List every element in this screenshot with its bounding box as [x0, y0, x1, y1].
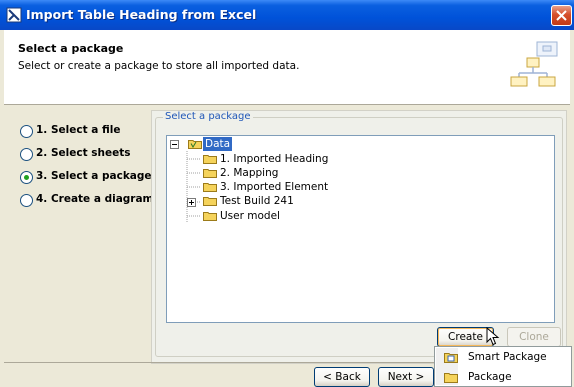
- next-button[interactable]: Next >: [378, 367, 434, 387]
- header-title: Select a package: [18, 42, 124, 55]
- folder-icon: [203, 169, 217, 178]
- smart-package-icon: [444, 353, 458, 363]
- folder-icon: [203, 212, 217, 221]
- app-icon: [6, 7, 22, 23]
- package-folder-icon: [444, 373, 458, 383]
- collapse-toggle-icon[interactable]: [170, 140, 179, 149]
- import-dialog: Import Table Heading from Excel Select a…: [0, 0, 574, 387]
- create-dropdown-menu: Smart Package Package: [434, 346, 572, 387]
- close-button[interactable]: [551, 5, 572, 26]
- group-label: Select a package: [163, 111, 253, 122]
- step-radio-checked[interactable]: [20, 171, 33, 184]
- tree-node-label: 3. Imported Element: [220, 181, 329, 193]
- back-button[interactable]: < Back: [314, 367, 370, 387]
- title-bar[interactable]: Import Table Heading from Excel: [0, 0, 574, 30]
- tree-node-label: Test Build 241: [220, 195, 294, 207]
- folder-icon: [203, 197, 217, 206]
- header-description: Select or create a package to store all …: [18, 60, 300, 72]
- mouse-cursor-icon: [486, 327, 500, 346]
- step-radio[interactable]: [20, 148, 33, 161]
- folder-icon: [203, 183, 217, 192]
- wizard-steps: 1. Select a file 2. Select sheets 3. Sel…: [4, 110, 154, 360]
- step-label: 3. Select a package: [36, 170, 152, 182]
- step-radio[interactable]: [20, 194, 33, 207]
- step-label: 4. Create a diagram: [36, 193, 154, 205]
- package-hierarchy-icon: [510, 41, 558, 87]
- step-label: 1. Select a file: [36, 124, 121, 136]
- package-tree[interactable]: Data 1. Imported Heading 2. Mapping 3. I…: [166, 135, 555, 323]
- clone-button[interactable]: Clone: [507, 327, 561, 347]
- menu-item-label: Package: [468, 371, 512, 383]
- menu-item-label: Smart Package: [468, 351, 547, 363]
- close-icon: [556, 10, 567, 21]
- open-folder-icon: [188, 140, 202, 149]
- tree-node-label: Data: [203, 137, 233, 151]
- tree-node-label: User model: [220, 210, 280, 222]
- tree-node-label: 1. Imported Heading: [220, 153, 329, 165]
- step-label: 2. Select sheets: [36, 147, 131, 159]
- folder-icon: [203, 155, 217, 164]
- tree-node-label: 2. Mapping: [220, 167, 279, 179]
- expand-toggle-icon[interactable]: [187, 198, 196, 207]
- wizard-header: Select a package Select or create a pack…: [4, 30, 570, 105]
- menu-item-package[interactable]: Package: [436, 368, 570, 387]
- menu-item-smart-package[interactable]: Smart Package: [436, 348, 570, 367]
- window-title: Import Table Heading from Excel: [26, 7, 257, 22]
- step-radio[interactable]: [20, 125, 33, 138]
